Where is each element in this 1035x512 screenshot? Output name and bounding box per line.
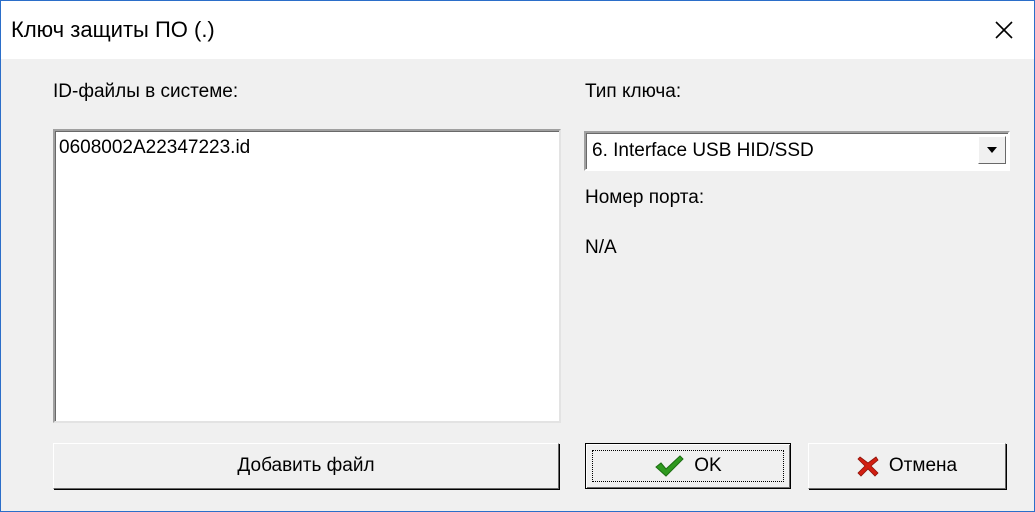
port-number-label: Номер порта:: [585, 187, 705, 208]
dialog-window: Ключ защиты ПО (.) ID-файлы в системе: 0…: [0, 0, 1035, 512]
id-files-label: ID-файлы в системе:: [53, 81, 239, 102]
close-icon: [995, 21, 1013, 39]
x-mark-icon: [857, 456, 879, 477]
check-icon: [655, 455, 684, 477]
add-file-button-label: Добавить файл: [237, 455, 375, 476]
title-bar[interactable]: Ключ защиты ПО (.): [1, 1, 1034, 59]
list-item[interactable]: 0608002A22347223.id: [59, 137, 250, 159]
key-type-label: Тип ключа:: [585, 81, 682, 102]
close-button[interactable]: [974, 1, 1034, 59]
ok-button-label: OK: [694, 455, 722, 476]
dialog-client-area: ID-файлы в системе: 0608002A22347223.id …: [1, 59, 1034, 511]
cancel-button[interactable]: Отмена: [808, 443, 1006, 489]
id-files-listbox[interactable]: 0608002A22347223.id: [53, 129, 561, 423]
port-number-value: N/A: [585, 237, 617, 258]
chevron-down-icon: [987, 147, 997, 153]
window-title: Ключ защиты ПО (.): [11, 17, 215, 42]
key-type-select[interactable]: 6. Interface USB HID/SSD: [584, 131, 1010, 171]
cancel-button-label: Отмена: [888, 455, 958, 476]
key-type-value: 6. Interface USB HID/SSD: [592, 140, 814, 161]
dropdown-button[interactable]: [978, 136, 1006, 164]
add-file-button[interactable]: Добавить файл: [53, 443, 559, 489]
ok-button[interactable]: OK: [585, 443, 791, 489]
